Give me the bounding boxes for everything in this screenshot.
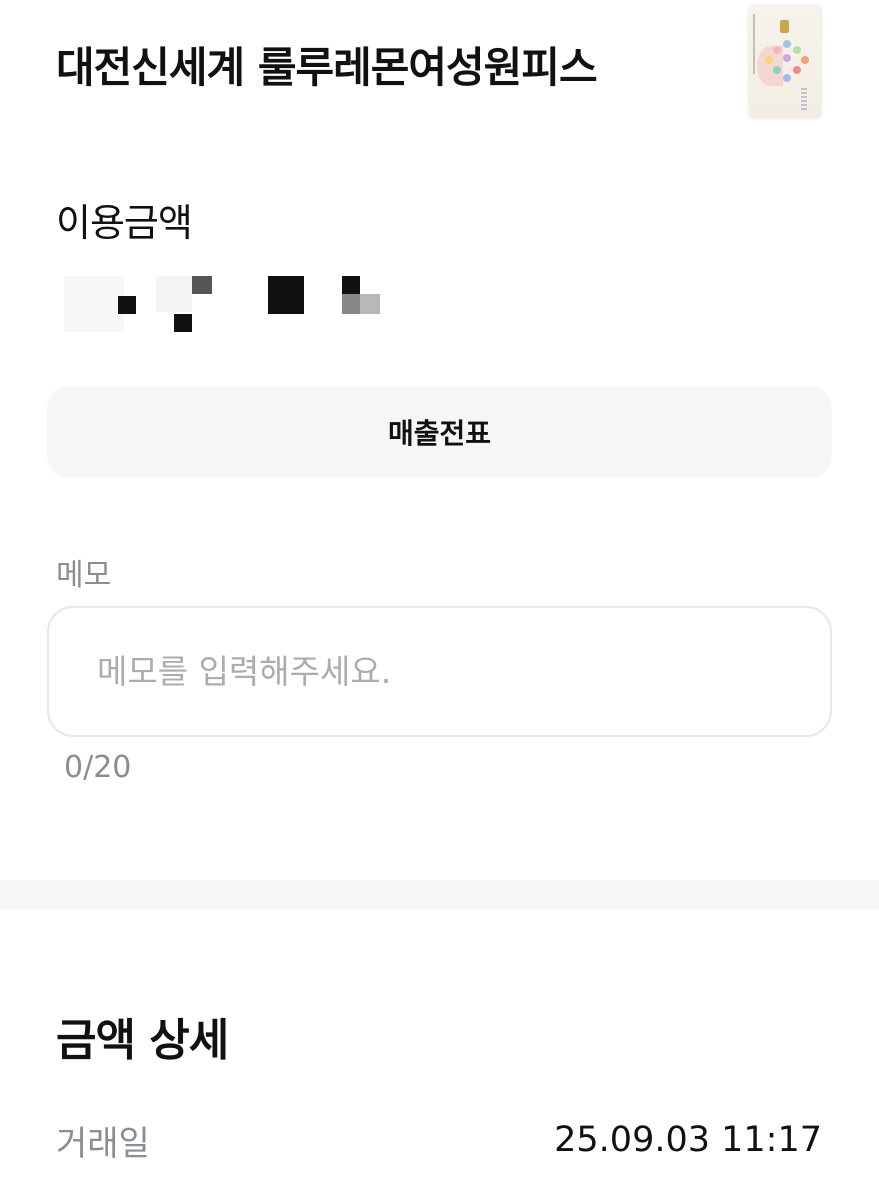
merchant-name: 대전신세계 룰루레몬여성원피스 xyxy=(56,43,598,92)
memo-label: 메모 xyxy=(56,558,112,593)
section-divider xyxy=(0,880,879,910)
payment-detail-screen: 대전신세계 룰루레몬여성원피스 이용금액 매출전표 메모 0/20 xyxy=(0,0,879,1200)
detail-row-transaction-date: 거래일 25.09.03 11:17 xyxy=(56,1116,822,1164)
card-stripe xyxy=(753,14,755,74)
card-chip xyxy=(780,20,789,33)
detail-row-value: 25.09.03 11:17 xyxy=(554,1120,822,1160)
card-text xyxy=(801,88,807,112)
card-pattern xyxy=(765,40,811,86)
amount-label: 이용금액 xyxy=(56,201,193,245)
detail-row-label: 거래일 xyxy=(56,1123,150,1164)
amount-detail-title: 금액 상세 xyxy=(56,1015,229,1066)
receipt-button[interactable]: 매출전표 xyxy=(47,386,832,478)
amount-value-pixelated xyxy=(60,268,390,338)
card-image[interactable] xyxy=(749,6,821,118)
memo-char-counter: 0/20 xyxy=(64,750,132,785)
memo-input[interactable] xyxy=(47,606,832,737)
